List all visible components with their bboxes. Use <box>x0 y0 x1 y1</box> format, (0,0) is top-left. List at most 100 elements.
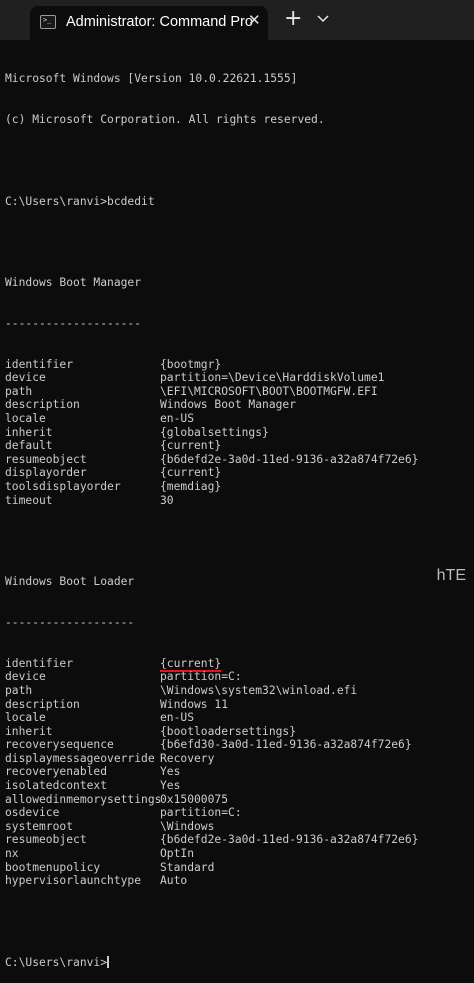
bcd-entry: description Windows 11 <box>5 698 474 712</box>
final-prompt: C:\Users\ranvi> <box>5 955 108 969</box>
entry-value: Auto <box>160 874 188 888</box>
entry-value: {b6efd30-3a0d-11ed-9136-a32a874f72e6} <box>160 738 412 752</box>
entry-key: default <box>5 439 53 453</box>
entry-value: partition=\Device\HarddiskVolume1 <box>160 371 385 385</box>
entry-value: 30 <box>160 493 174 507</box>
bcd-entry: path \Windows\system32\winload.efi <box>5 684 474 698</box>
bcd-entry: device partition=C: <box>5 670 474 684</box>
close-icon[interactable]: ✕ <box>248 11 261 29</box>
bcd-entry: displaymessageoverride Recovery <box>5 752 474 766</box>
entry-value: Windows Boot Manager <box>160 398 297 412</box>
entry-key: isolatedcontext <box>5 779 108 793</box>
boot-loader-heading: Windows Boot Loader <box>5 575 135 589</box>
entry-key: locale <box>5 412 46 426</box>
bcd-entry: inherit {globalsettings} <box>5 426 474 440</box>
entry-value: Yes <box>160 765 181 779</box>
bcd-entry: recoverysequence {b6efd30-3a0d-11ed-9136-… <box>5 738 474 752</box>
bcd-entry: inherit {bootloadersettings} <box>5 725 474 739</box>
bcd-entry: nx OptIn <box>5 847 474 861</box>
tab-command-prompt[interactable]: >_ Administrator: Command Pro ✕ <box>30 6 268 40</box>
boot-manager-rule: -------------------- <box>5 316 142 330</box>
bcd-entry: identifier {current} <box>5 657 474 671</box>
bcd-entry: systemroot \Windows <box>5 820 474 834</box>
entry-value: {bootmgr} <box>160 357 222 371</box>
entry-value: {b6defd2e-3a0d-11ed-9136-a32a874f72e6} <box>160 833 419 847</box>
prompt-command: C:\Users\ranvi>bcdedit <box>5 194 155 208</box>
entry-key: resumeobject <box>5 452 87 466</box>
entry-value: Standard <box>160 860 215 874</box>
bcd-entry: default {current} <box>5 439 474 453</box>
bcd-entry: bootmenupolicy Standard <box>5 861 474 875</box>
entry-value: OptIn <box>160 847 195 861</box>
entry-key: displaymessageoverride <box>5 751 155 765</box>
entry-value: {memdiag} <box>160 480 222 493</box>
entry-key: systemroot <box>5 819 74 833</box>
tab-bar: >_ Administrator: Command Pro ✕ + <box>0 0 474 40</box>
entry-value: partition=C: <box>160 670 242 684</box>
bcd-entry: description Windows Boot Manager <box>5 398 474 412</box>
final-prompt-line: C:\Users\ranvi> <box>5 955 474 970</box>
entry-value: Windows 11 <box>160 697 229 711</box>
new-tab-button[interactable]: + <box>284 5 302 33</box>
entry-key: path <box>5 384 33 398</box>
bcd-entry: device partition=\Device\HarddiskVolume1 <box>5 371 474 385</box>
console-output[interactable]: Microsoft Windows [Version 10.0.22621.15… <box>5 45 474 983</box>
bcd-entry: timeout 30 <box>5 494 474 508</box>
bcd-entry: resumeobject {b6defd2e-3a0d-11ed-9136-a32… <box>5 833 474 847</box>
entry-key: bootmenupolicy <box>5 860 101 874</box>
entry-key: path <box>5 683 33 697</box>
entry-key: description <box>5 697 80 711</box>
entry-value: partition=C: <box>160 806 242 820</box>
text-cursor <box>107 955 110 968</box>
chevron-down-icon[interactable] <box>311 4 335 34</box>
bcd-entry: toolsdisplayorder {memdiag} <box>5 480 474 494</box>
entry-key: identifier <box>5 357 74 371</box>
bcd-entry: identifier {bootmgr} <box>5 358 474 372</box>
terminal-icon: >_ <box>40 15 56 29</box>
watermark-logo: hTE <box>436 567 466 584</box>
entry-value: {bootloadersettings} <box>160 724 297 738</box>
entry-key: inherit <box>5 724 53 738</box>
bcd-entry: path \EFI\MICROSOFT\BOOT\BOOTMGFW.EFI <box>5 385 474 399</box>
entry-key: timeout <box>5 493 53 507</box>
entry-value: \EFI\MICROSOFT\BOOT\BOOTMGFW.EFI <box>160 384 378 398</box>
bcd-entry: displayorder {current} <box>5 466 474 480</box>
tab-title: Administrator: Command Pro <box>66 14 253 30</box>
bcd-entry: locale en-US <box>5 412 474 426</box>
bcd-entry: locale en-US <box>5 711 474 725</box>
entry-key: locale <box>5 711 46 725</box>
entry-key: toolsdisplayorder <box>5 480 121 493</box>
entry-value: {current} <box>160 466 222 480</box>
bcd-entry: osdevice partition=C: <box>5 806 474 820</box>
entry-value: \Windows <box>160 819 215 833</box>
bcd-entry: allowedinmemorysettings0x15000075 <box>5 793 474 807</box>
entry-key: osdevice <box>5 806 60 820</box>
bcd-entry: resumeobject {b6defd2e-3a0d-11ed-9136-a32… <box>5 453 474 467</box>
entry-value: {current} <box>160 656 222 670</box>
entry-key: hypervisorlaunchtype <box>5 874 142 888</box>
entry-key: device <box>5 371 46 385</box>
bcd-entry: recoveryenabled Yes <box>5 765 474 779</box>
entry-key: recoverysequence <box>5 738 114 752</box>
boot-loader-rule: ------------------- <box>5 615 135 629</box>
bcd-entry: hypervisorlaunchtype Auto <box>5 874 474 888</box>
entry-value: {globalsettings} <box>160 425 269 439</box>
entry-value: en-US <box>160 412 195 426</box>
boot-loader-entries: identifier {current} device partition=C: pat… <box>5 657 474 888</box>
entry-key: recoveryenabled <box>5 765 108 779</box>
entry-value: 0x15000075 <box>160 792 229 806</box>
banner-line: Microsoft Windows [Version 10.0.22621.15… <box>5 72 298 86</box>
entry-value: Yes <box>160 779 181 793</box>
entry-value: en-US <box>160 711 195 725</box>
boot-manager-entries: identifier {bootmgr} device partition=\Devi… <box>5 358 474 508</box>
entry-value: Recovery <box>160 751 215 765</box>
entry-key: description <box>5 398 80 412</box>
entry-key: displayorder <box>5 466 87 480</box>
entry-key: identifier <box>5 656 74 670</box>
entry-value: {b6defd2e-3a0d-11ed-9136-a32a874f72e6} <box>160 452 419 466</box>
banner-line: (c) Microsoft Corporation. All rights re… <box>5 112 325 126</box>
entry-value: {current} <box>160 439 222 453</box>
